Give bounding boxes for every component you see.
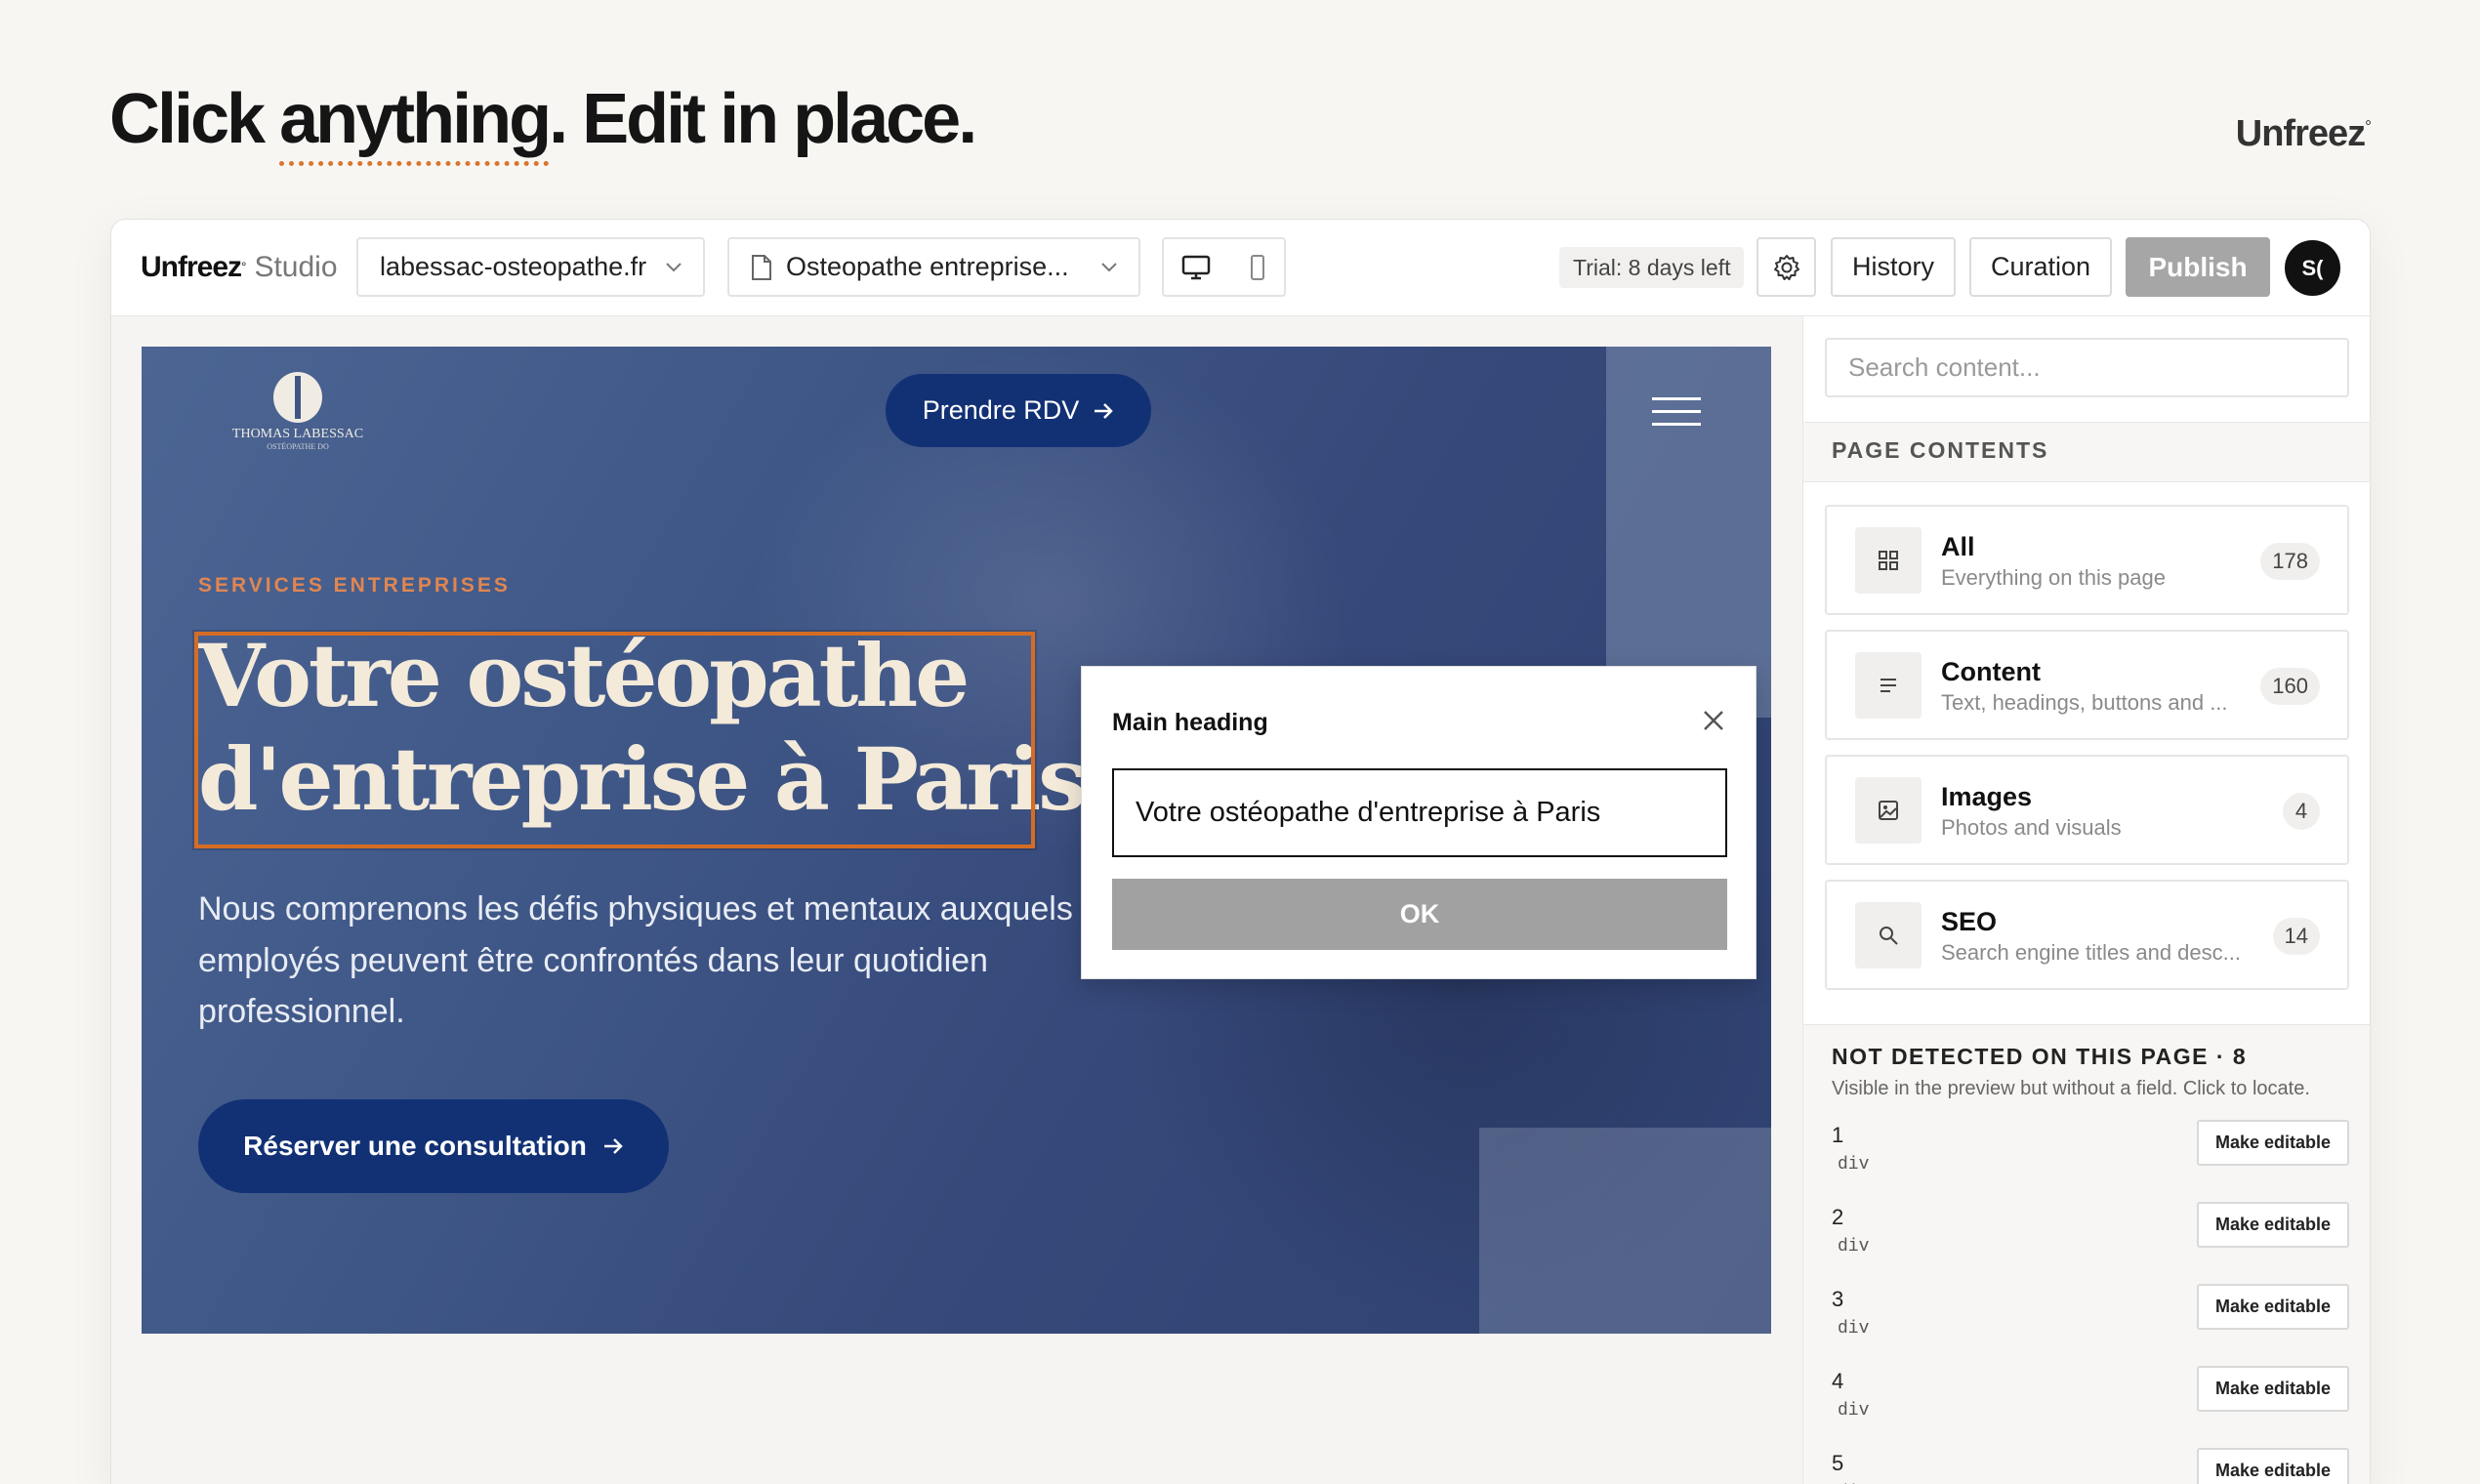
hero-description[interactable]: Nous comprenons les défis physiques et m… bbox=[198, 884, 1145, 1038]
card-description: Everything on this page bbox=[1941, 565, 2166, 590]
chevron-down-icon bbox=[666, 262, 682, 271]
site-logo-subtitle: OSTÉOPATHE DO bbox=[267, 442, 329, 451]
ok-button[interactable]: OK bbox=[1112, 879, 1727, 950]
prendre-rdv-button[interactable]: Prendre RDV bbox=[886, 374, 1151, 447]
curation-button[interactable]: Curation bbox=[1969, 237, 2112, 297]
site-logo[interactable]: THOMAS LABESSAC OSTÉOPATHE DO bbox=[232, 372, 363, 451]
preview-canvas: THOMAS LABESSAC OSTÉOPATHE DO Prendre RD… bbox=[111, 316, 1802, 1484]
close-icon[interactable] bbox=[1699, 706, 1728, 735]
make-editable-button[interactable]: Make editable bbox=[2197, 1448, 2349, 1484]
card-description: Photos and visuals bbox=[1941, 815, 2122, 840]
trial-badge: Trial: 8 days left bbox=[1559, 247, 1745, 288]
make-editable-button[interactable]: Make editable bbox=[2197, 1366, 2349, 1412]
card-title: Images bbox=[1941, 782, 2033, 811]
selection-outline bbox=[194, 632, 1035, 848]
category-card-content[interactable]: Content Text, headings, buttons and ... … bbox=[1825, 630, 2349, 740]
site-select[interactable]: labessac-osteopathe.fr bbox=[356, 237, 705, 297]
user-avatar[interactable]: S( bbox=[2285, 240, 2340, 296]
search-content-input[interactable] bbox=[1825, 338, 2349, 397]
category-card-seo[interactable]: SEO Search engine titles and desc... 14 bbox=[1825, 880, 2349, 990]
site-select-value: labessac-osteopathe.fr bbox=[380, 252, 647, 281]
brand-logo: Unfreez° bbox=[2235, 113, 2372, 154]
card-description: Search engine titles and desc... bbox=[1941, 940, 2241, 965]
make-editable-button[interactable]: Make editable bbox=[2197, 1284, 2349, 1330]
not-detected-subtitle: Visible in the preview but without a fie… bbox=[1832, 1078, 2310, 1099]
count-badge: 160 bbox=[2260, 668, 2320, 705]
hamburger-menu-icon[interactable] bbox=[1652, 397, 1701, 427]
count-badge: 178 bbox=[2260, 543, 2320, 580]
chevron-down-icon bbox=[1101, 262, 1117, 271]
not-detected-header: NOT DETECTED ON THIS PAGE · 8 bbox=[1832, 1044, 2248, 1069]
studio-toolbar: Unfreez ° Studio labessac-osteopathe.fr Os… bbox=[111, 220, 2370, 316]
studio-window: Unfreez ° Studio labessac-osteopathe.fr Os… bbox=[110, 219, 2371, 1484]
headline-underlined-word: anything bbox=[279, 80, 552, 166]
content-sidebar: PAGE CONTENTS All Everything on this pag… bbox=[1802, 316, 2370, 1484]
search-icon bbox=[1855, 902, 1922, 969]
not-detected-item[interactable]: 1 div Make editable bbox=[1832, 1120, 2349, 1181]
page-select[interactable]: Osteopathe entreprise... bbox=[727, 237, 1140, 297]
not-detected-item[interactable]: 3 div Make editable bbox=[1832, 1284, 2349, 1345]
sidebar-search-area bbox=[1803, 316, 2370, 423]
card-title: All bbox=[1941, 532, 1975, 561]
not-detected-item[interactable]: 2 div Make editable bbox=[1832, 1202, 2349, 1263]
reserver-consultation-button[interactable]: Réserver une consultation bbox=[198, 1099, 669, 1193]
page-contents-header: PAGE CONTENTS bbox=[1832, 437, 2049, 463]
hero-photo-floor bbox=[1479, 1128, 1771, 1334]
make-editable-button[interactable]: Make editable bbox=[2197, 1120, 2349, 1166]
spine-logo-icon bbox=[273, 372, 322, 423]
count-badge: 4 bbox=[2283, 793, 2320, 830]
edit-popup: Main heading OK bbox=[1081, 666, 1757, 979]
arrow-right-icon bbox=[603, 1138, 623, 1154]
category-card-images[interactable]: Images Photos and visuals 4 bbox=[1825, 755, 2349, 865]
hero-section: THOMAS LABESSAC OSTÉOPATHE DO Prendre RD… bbox=[142, 347, 1771, 1334]
not-detected-item[interactable]: 5 div Make editable bbox=[1832, 1448, 2349, 1484]
heading-text-input[interactable] bbox=[1112, 768, 1727, 857]
marketing-headline: Click anything. Edit in place. bbox=[109, 80, 977, 166]
popup-title: Main heading bbox=[1112, 709, 1268, 736]
device-toggle bbox=[1162, 237, 1286, 297]
studio-logo: Unfreez ° Studio bbox=[141, 250, 338, 283]
hero-kicker[interactable]: SERVICES ENTREPRISES bbox=[198, 574, 511, 598]
site-logo-name: THOMAS LABESSAC bbox=[231, 427, 364, 441]
gear-icon bbox=[1773, 254, 1799, 280]
desktop-icon[interactable] bbox=[1181, 255, 1211, 280]
settings-button[interactable] bbox=[1757, 237, 1816, 297]
arrow-right-icon bbox=[1095, 402, 1114, 419]
image-icon bbox=[1855, 777, 1922, 844]
headline-part2: . Edit in place. bbox=[549, 80, 977, 158]
publish-button[interactable]: Publish bbox=[2126, 237, 2270, 297]
not-detected-item[interactable]: 4 div Make editable bbox=[1832, 1366, 2349, 1427]
history-button[interactable]: History bbox=[1831, 237, 1956, 297]
card-title: SEO bbox=[1941, 907, 1998, 936]
count-badge: 14 bbox=[2272, 918, 2320, 955]
card-description: Text, headings, buttons and ... bbox=[1941, 690, 2228, 715]
make-editable-button[interactable]: Make editable bbox=[2197, 1202, 2349, 1248]
grid-icon bbox=[1855, 527, 1922, 594]
mobile-icon[interactable] bbox=[1249, 254, 1266, 281]
text-lines-icon bbox=[1855, 652, 1922, 719]
card-title: Content bbox=[1941, 657, 2041, 686]
page-contents-list: All Everything on this page 178 Content … bbox=[1803, 481, 2370, 1025]
category-card-all[interactable]: All Everything on this page 178 bbox=[1825, 505, 2349, 615]
headline-part1: Click bbox=[109, 80, 280, 158]
page-icon bbox=[752, 254, 771, 280]
page-select-value: Osteopathe entreprise... bbox=[786, 252, 1069, 281]
